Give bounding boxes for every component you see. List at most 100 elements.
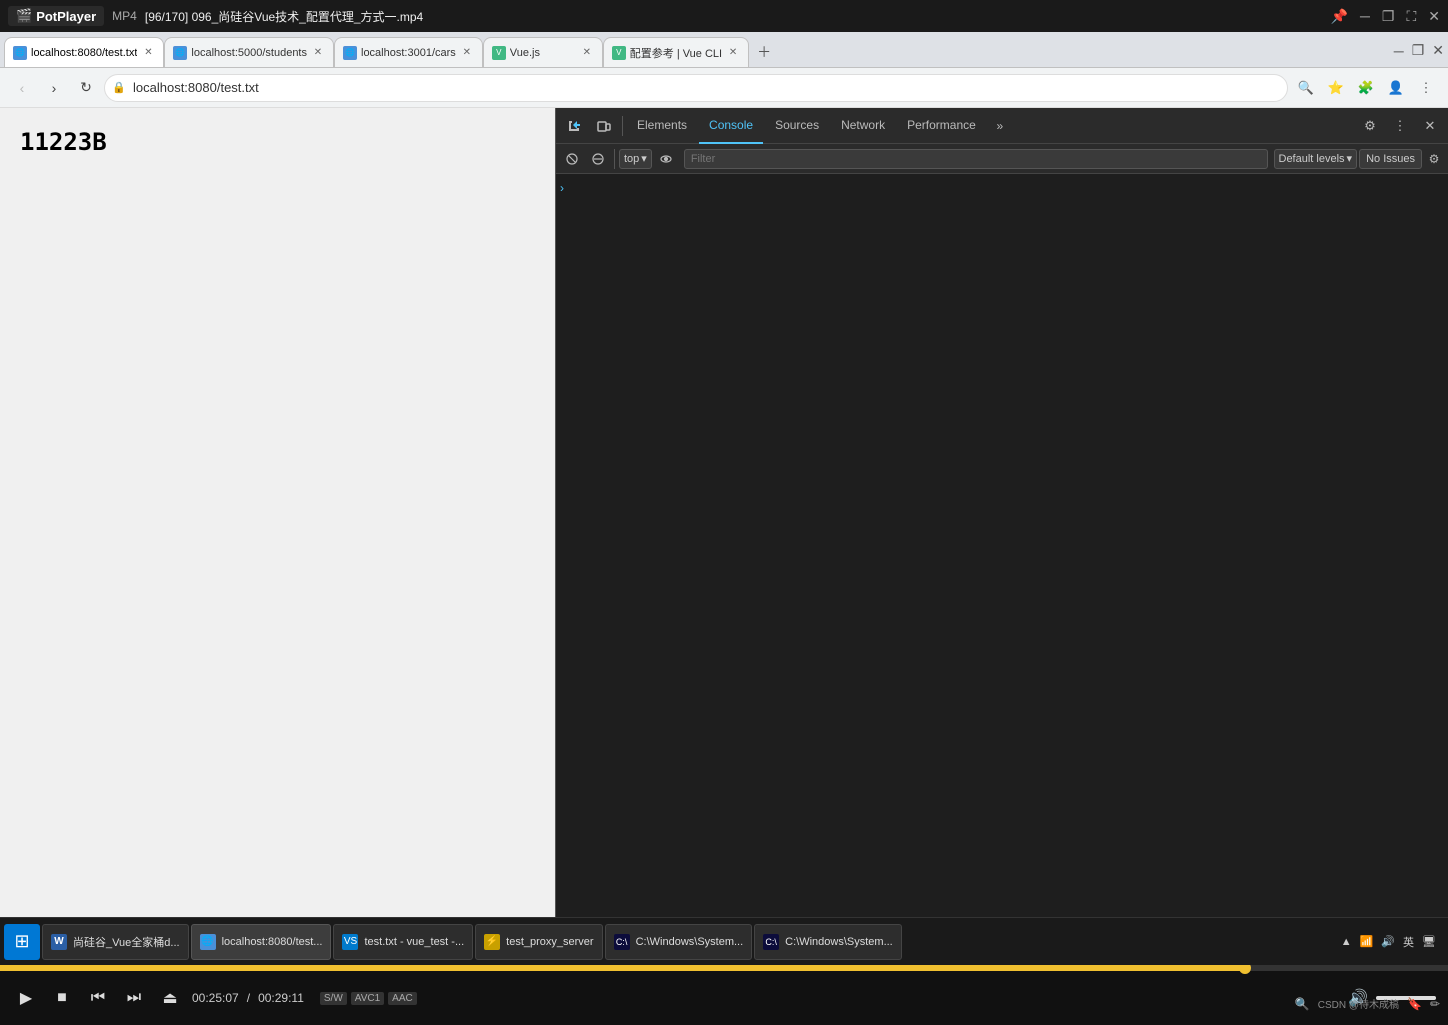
devtools-tab-network[interactable]: Network [831, 108, 895, 144]
tray-up-arrow[interactable]: ▲ [1341, 936, 1352, 948]
minimize-button[interactable]: ─ [1360, 8, 1370, 25]
menu-button[interactable]: ⋮ [1412, 74, 1440, 102]
console-block-button[interactable] [586, 147, 610, 171]
minimize-browser-button[interactable]: ─ [1394, 43, 1404, 63]
tab-close-1[interactable]: ✕ [141, 46, 155, 60]
taskbar-icon-cmd1: C:\ [614, 934, 630, 950]
console-clear-button[interactable] [560, 147, 584, 171]
media-tag-codec: AVC1 [351, 992, 384, 1005]
console-levels-dropdown[interactable]: Default levels ▾ [1274, 149, 1358, 169]
media-current-time: 00:25:07 [192, 991, 239, 1005]
bookmark-button[interactable]: ⭐ [1322, 74, 1350, 102]
console-context-selector[interactable]: top ▾ [619, 149, 652, 169]
tab-label-1: localhost:8080/test.txt [31, 47, 137, 59]
tab-label-3: localhost:3001/cars [361, 47, 456, 59]
tab-favicon-5: V [612, 46, 626, 60]
zoom-button[interactable]: 🔍 [1292, 74, 1320, 102]
devtools-tab-sources[interactable]: Sources [765, 108, 829, 144]
tab-favicon-3: 🌐 [343, 46, 357, 60]
back-button[interactable]: ‹ [8, 74, 36, 102]
taskbar-item-cmd1[interactable]: C:\ C:\Windows\System... [605, 924, 753, 960]
fullscreen-button[interactable]: ⛶ [1406, 8, 1416, 25]
profile-button[interactable]: 👤 [1382, 74, 1410, 102]
tray-display-icon[interactable]: 🖥 [1422, 935, 1436, 948]
watermark-icon-3: ✏ [1430, 997, 1440, 1011]
tab-close-2[interactable]: ✕ [311, 46, 325, 60]
media-next-button[interactable]: ⏭ [120, 984, 148, 1012]
window-controls: 📌 ─ ❐ ⛶ ✕ [1331, 8, 1440, 25]
console-settings-button[interactable]: ⚙ [1424, 149, 1444, 169]
new-tab-button[interactable]: ＋ [753, 41, 775, 63]
tab-close-3[interactable]: ✕ [460, 46, 474, 60]
devtools-tab-console[interactable]: Console [699, 108, 763, 144]
console-toolbar-sep [614, 149, 615, 169]
taskbar-label-browser: localhost:8080/test... [222, 936, 323, 948]
reload-button[interactable]: ↻ [72, 74, 100, 102]
console-chevron-icon[interactable]: › [560, 181, 564, 195]
tray-network-icon[interactable]: 📶 [1360, 935, 1374, 948]
media-tag-sw: S/W [320, 992, 347, 1005]
address-bar-wrap: 🔒 [104, 74, 1288, 102]
start-button[interactable]: ⊞ [4, 924, 40, 960]
browser-tab-4[interactable]: V Vue.js ✕ [483, 37, 603, 67]
media-eject-button[interactable]: ⏏ [156, 984, 184, 1012]
tab-favicon-4: V [492, 46, 506, 60]
console-issues-button[interactable]: No Issues [1359, 149, 1422, 169]
devtools-more-button[interactable]: ⋮ [1386, 112, 1414, 140]
console-filter-input[interactable] [684, 149, 1268, 169]
taskbar-tray: ▲ 📶 🔊 英 🖥 [1341, 934, 1444, 950]
taskbar-label-word: 尚硅谷_Vue全家桶d... [73, 934, 180, 950]
tab-label-2: localhost:5000/students [191, 47, 307, 59]
devtools-inspect-button[interactable] [560, 112, 588, 140]
tab-close-5[interactable]: ✕ [726, 46, 740, 60]
media-play-button[interactable]: ▶ [12, 984, 40, 1012]
taskbar-icon-browser: 🌐 [200, 934, 216, 950]
close-browser-button[interactable]: ✕ [1432, 42, 1444, 63]
tab-favicon-1: 🌐 [13, 46, 27, 60]
taskbar-item-server[interactable]: ⚡ test_proxy_server [475, 924, 602, 960]
tab-close-4[interactable]: ✕ [580, 46, 594, 60]
tray-lang[interactable]: 英 [1403, 934, 1414, 950]
pin-button[interactable]: 📌 [1331, 8, 1348, 25]
devtools-settings-button[interactable]: ⚙ [1356, 112, 1384, 140]
address-input[interactable] [104, 74, 1288, 102]
security-icon: 🔒 [112, 81, 126, 94]
tray-volume-icon[interactable]: 🔊 [1381, 935, 1395, 948]
media-controls: ▶ ■ ⏮ ⏭ ⏏ 00:25:07 / 00:29:11 S/W AVC1 A… [0, 965, 1448, 1025]
tab-label-5: 配置参考 | Vue CLI [630, 45, 722, 61]
taskbar-item-browser[interactable]: 🌐 localhost:8080/test... [191, 924, 332, 960]
browser-tab-bar: 🌐 localhost:8080/test.txt ✕ 🌐 localhost:… [0, 32, 1448, 68]
page-text: 11223B [20, 128, 107, 156]
console-toolbar: top ▾ Default levels ▾ No Issues ⚙ [556, 144, 1448, 174]
browser-tab-1[interactable]: 🌐 localhost:8080/test.txt ✕ [4, 37, 164, 67]
taskbar-item-editor[interactable]: VS test.txt - vue_test -... [333, 924, 473, 960]
watermark-icon-2: 🔖 [1407, 997, 1422, 1011]
taskbar-label-cmd1: C:\Windows\System... [636, 936, 744, 948]
devtools-tab-more[interactable]: » [988, 114, 1012, 138]
browser-tab-5[interactable]: V 配置参考 | Vue CLI ✕ [603, 37, 749, 67]
taskbar-item-cmd2[interactable]: C:\ C:\Windows\System... [754, 924, 902, 960]
extension-button[interactable]: 🧩 [1352, 74, 1380, 102]
devtools-tab-separator [622, 116, 623, 136]
devtools-tab-elements[interactable]: Elements [627, 108, 697, 144]
devtools-device-button[interactable] [590, 112, 618, 140]
console-eye-button[interactable] [654, 147, 678, 171]
restore-button[interactable]: ❐ [1382, 8, 1395, 25]
media-prev-button[interactable]: ⏮ [84, 984, 112, 1012]
browser-tab-3[interactable]: 🌐 localhost:3001/cars ✕ [334, 37, 483, 67]
tab-bar-actions: ＋ [753, 41, 775, 67]
close-button[interactable]: ✕ [1428, 8, 1440, 25]
devtools-tab-performance[interactable]: Performance [897, 108, 986, 144]
devtools-close-button[interactable]: ✕ [1416, 112, 1444, 140]
tab-label-4: Vue.js [510, 47, 576, 59]
media-total-time: 00:29:11 [258, 991, 304, 1005]
app-name[interactable]: 🎬 PotPlayer [8, 6, 104, 26]
restore-browser-button[interactable]: ❐ [1412, 42, 1425, 63]
devtools-panel: Elements Console Sources Network Perform… [555, 108, 1448, 1025]
taskbar-item-word[interactable]: W 尚硅谷_Vue全家桶d... [42, 924, 189, 960]
forward-button[interactable]: › [40, 74, 68, 102]
browser-tab-2[interactable]: 🌐 localhost:5000/students ✕ [164, 37, 334, 67]
devtools-tabbar-actions: ⚙ ⋮ ✕ [1356, 112, 1444, 140]
media-progress-bar[interactable] [0, 965, 1448, 971]
media-stop-button[interactable]: ■ [48, 984, 76, 1012]
